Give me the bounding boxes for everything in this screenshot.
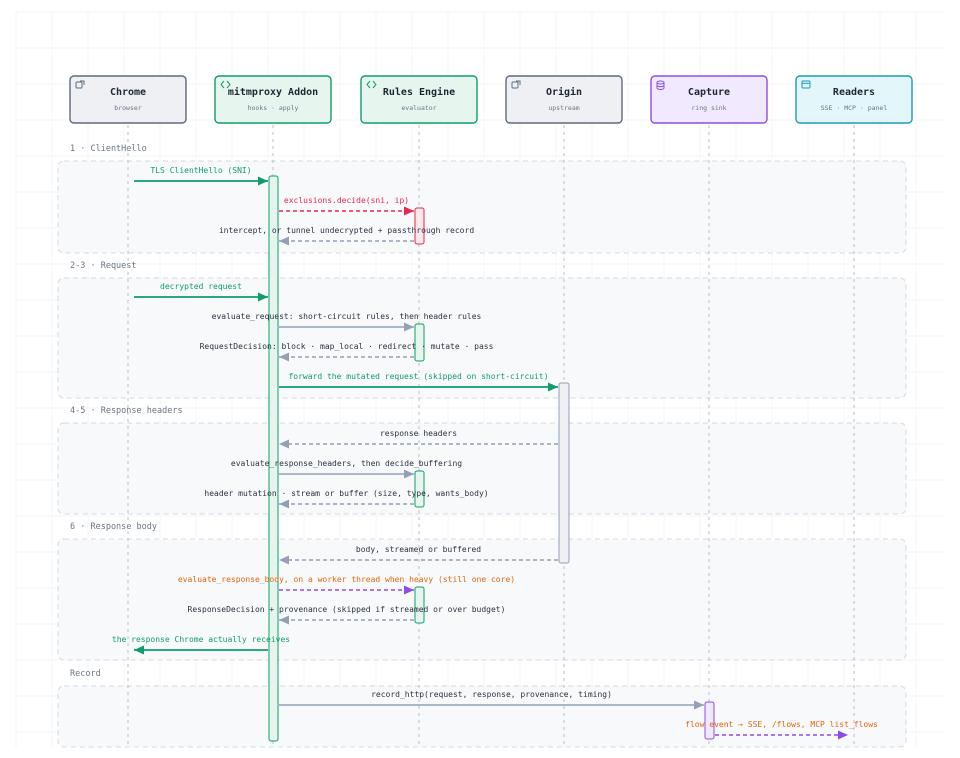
participant-subtitle-addon: hooks · apply	[248, 104, 299, 112]
participant-subtitle-chrome: browser	[114, 104, 141, 112]
participant-name-rules: Rules Engine	[383, 86, 455, 98]
section-label: 2-3 · Request	[70, 261, 137, 271]
participant-box-rules	[360, 75, 478, 124]
participant-name-origin: Origin	[546, 86, 582, 98]
section-label: 1 · ClientHello	[70, 144, 147, 154]
participant-name-chrome: Chrome	[110, 87, 146, 98]
message-label: ResponseDecision + provenance (skipped i…	[188, 605, 506, 614]
message-label: decrypted request	[160, 282, 242, 291]
participant-name-capture: Capture	[688, 87, 730, 98]
message-label: header mutation · stream or buffer (size…	[204, 489, 488, 498]
participant-name-addon: mitmproxy Addon	[228, 86, 318, 98]
diagram-svg: 1 · ClientHello 2-3 · Request 4-5 · Respon…	[15, 11, 944, 748]
participant-subtitle-capture: ring sink	[691, 104, 726, 112]
participant-box-origin	[505, 75, 623, 124]
section-label: 4-5 · Response headers	[70, 406, 183, 416]
activation-origin	[558, 382, 570, 564]
participant-box-readers	[795, 75, 913, 124]
message-label: evaluate_request: short-circuit rules, t…	[212, 312, 482, 321]
message-label: body, streamed or buffered	[356, 545, 481, 554]
message-label: response headers	[380, 429, 457, 438]
message-label: exclusions.decide(sni, ip)	[284, 196, 409, 205]
section-label: 6 · Response body	[70, 522, 157, 532]
message-label: RequestDecision: block · map_local · red…	[200, 342, 494, 351]
participant-subtitle-readers: SSE · MCP · panel	[821, 104, 888, 112]
participant-name-readers: Readers	[833, 87, 875, 98]
message-label: TLS ClientHello (SNI)	[150, 166, 251, 175]
message-label: flow event → SSE, /flows, MCP list_flows	[685, 720, 878, 729]
section-panel	[57, 422, 907, 515]
message-label: the response Chrome actually receives	[112, 635, 290, 644]
message-label: intercept, or tunnel undecrypted + passt…	[219, 226, 474, 235]
participant-subtitle-rules: evaluator	[401, 104, 436, 112]
message-label: forward the mutated request (skipped on …	[288, 372, 548, 381]
participant-subtitle-origin: upstream	[548, 104, 579, 112]
message-label: evaluate_response_body, on a worker thre…	[178, 575, 515, 584]
section-label: Record	[70, 669, 101, 679]
participant-box-chrome	[69, 75, 187, 124]
participant-box-capture	[650, 75, 768, 124]
message-label: evaluate_response_headers, then decide_b…	[231, 459, 462, 468]
participant-box-addon	[214, 75, 332, 124]
sequence-diagram: 1 · ClientHello 2-3 · Request 4-5 · Respon…	[0, 0, 960, 758]
message-label: record_http(request, response, provenanc…	[371, 690, 612, 699]
